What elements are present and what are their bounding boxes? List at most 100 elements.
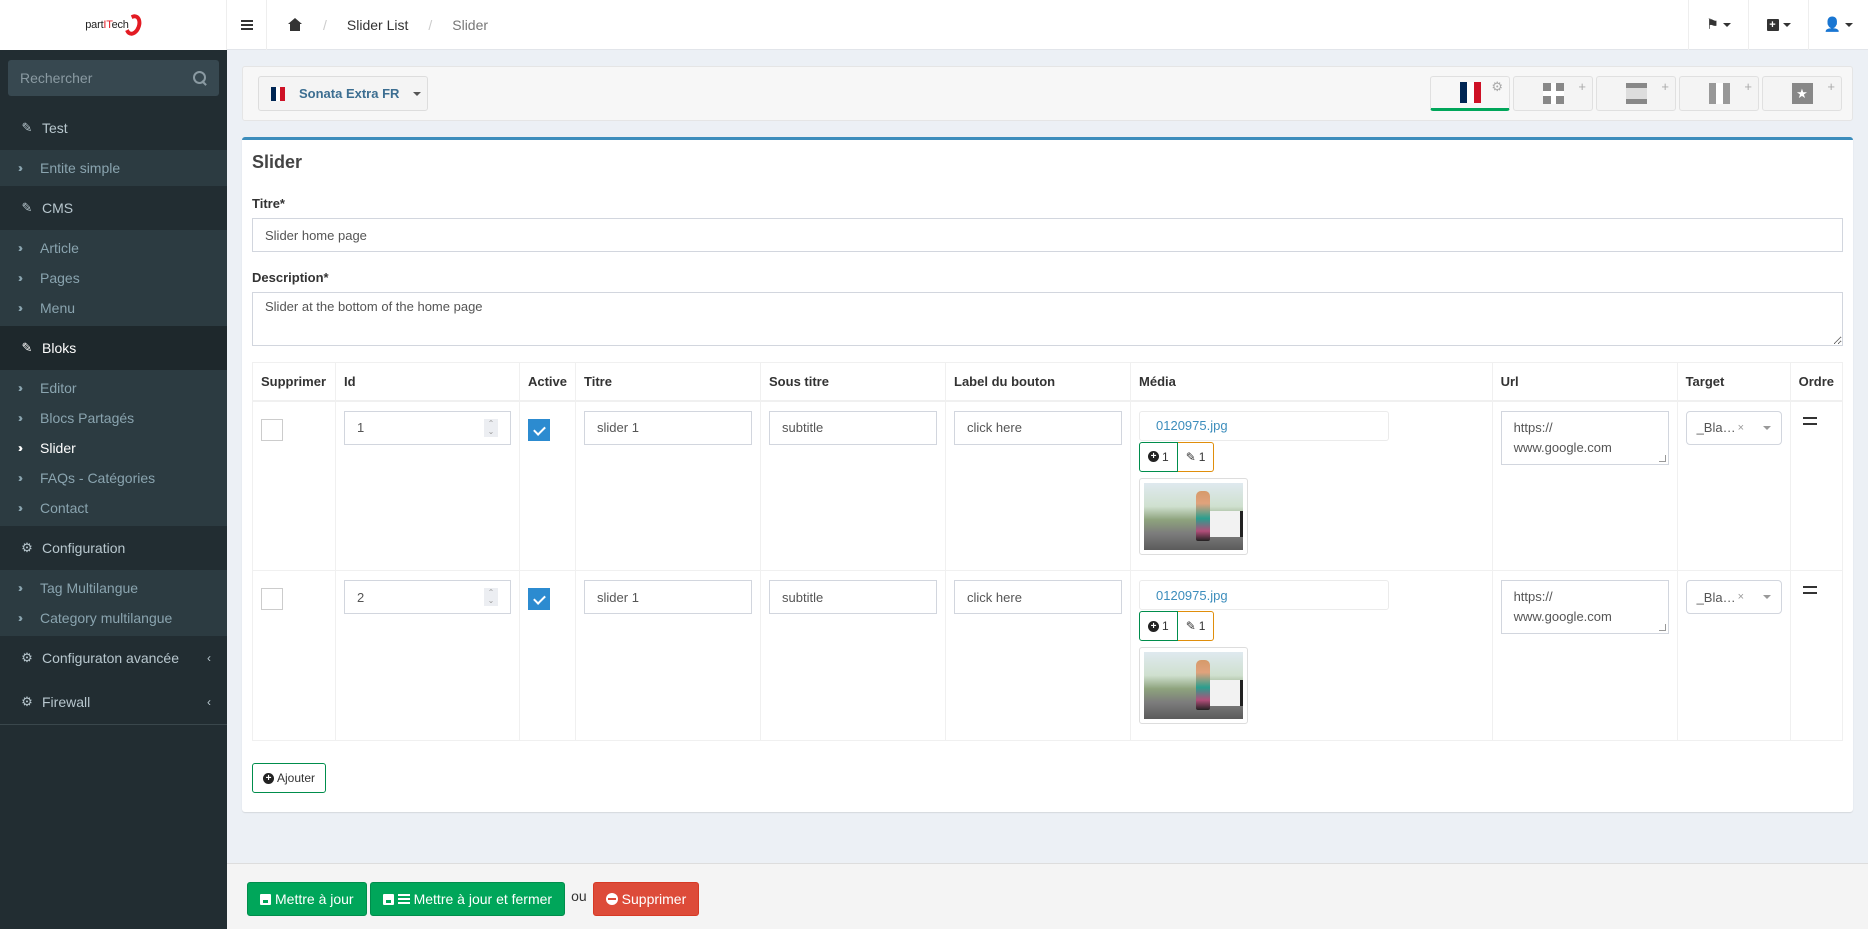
media-file-link[interactable]: 0120975.jpg [1139, 580, 1390, 610]
search-icon[interactable] [193, 71, 207, 85]
active-checkbox[interactable] [527, 588, 550, 610]
locale-switcher-dropdown[interactable]: Sonata Extra FR [258, 76, 428, 111]
language-menu-button[interactable]: ⚑ [1688, 0, 1748, 50]
breadcrumb-slider-list[interactable]: Slider List [347, 17, 408, 33]
media-file-link[interactable]: 0120975.jpg [1139, 410, 1390, 441]
media-edit-button[interactable]: ✎ 1 [1177, 441, 1215, 472]
clear-icon[interactable]: × [1738, 591, 1744, 603]
thumbnail-image [1144, 652, 1244, 719]
media-edit-button[interactable]: ✎ 1 [1177, 611, 1215, 641]
subtitle-input[interactable]: subtitle [769, 410, 938, 445]
media-thumbnail[interactable] [1139, 647, 1249, 724]
sidebar-section-test[interactable]: ✎ Test [0, 106, 227, 150]
submenu-configuration: ›› Tag Multilangue ›› Category multilangue [0, 570, 227, 636]
chevron-left-icon: ‹ [207, 651, 211, 665]
locale-tab-en[interactable]: + [1513, 76, 1593, 111]
hamburger-icon [240, 23, 253, 26]
spinner-icon[interactable]: ⌃ ⌄ [483, 588, 498, 606]
search-input[interactable] [20, 70, 170, 86]
subtitle-input[interactable]: subtitle [769, 580, 938, 614]
col-header-target: Target [1676, 362, 1791, 402]
sidebar-item-slider[interactable]: ›› Slider [0, 433, 227, 463]
double-chevron-icon: ›› [18, 411, 23, 425]
plus-icon[interactable]: + [1661, 80, 1669, 93]
slide-title-input[interactable]: slider 1 [584, 580, 753, 614]
sidebar-item-contact[interactable]: ›› Contact [0, 493, 227, 523]
sidebar-item-article[interactable]: ›› Article [0, 233, 227, 263]
drag-handle-icon[interactable] [1802, 416, 1817, 425]
add-menu-button[interactable]: + [1748, 0, 1808, 50]
caret-down-icon [1782, 22, 1791, 27]
id-input[interactable]: 2 ⌃ ⌄ [343, 580, 511, 614]
title-input[interactable] [252, 218, 1843, 252]
sidebar-item-faqs-categories[interactable]: ›› FAQs - Catégories [0, 463, 227, 493]
media-add-button[interactable]: +1 [1139, 611, 1178, 641]
plus-icon[interactable]: + [1578, 80, 1586, 93]
locale-tab-es[interactable]: + [1596, 76, 1676, 111]
add-slide-button[interactable]: + Ajouter [252, 763, 327, 793]
flag-icon: ⚑ [1706, 16, 1719, 32]
col-header-url: Url [1491, 362, 1678, 402]
sidebar-section-config-avancee[interactable]: ⚙ Configuraton avancée ‹ [0, 636, 227, 680]
media-thumbnail[interactable] [1139, 477, 1249, 555]
spinner-icon[interactable]: ⌃ ⌄ [483, 418, 498, 437]
submenu-bloks: ›› Editor ›› Blocs Partagés ›› Slider ›› FAQ… [0, 370, 227, 526]
media-add-button[interactable]: +1 [1139, 441, 1178, 472]
sidebar-item-tag-multilangue[interactable]: ›› Tag Multilangue [0, 573, 227, 603]
target-select[interactable]: _Bla… × [1685, 410, 1782, 445]
double-chevron-icon: ›› [18, 381, 23, 395]
top-bar: / Slider List / Slider ⚑ + 👤 [227, 0, 1868, 50]
locale-tab-other[interactable]: ★ + [1762, 76, 1842, 111]
sidebar-item-pages[interactable]: ›› Pages [0, 263, 227, 293]
url-textarea[interactable]: https://www.google.com [1500, 410, 1669, 465]
delete-checkbox[interactable] [261, 588, 283, 610]
sidebar-item-category-multilangue[interactable]: ›› Category multilangue [0, 603, 227, 633]
sidebar-item-entite-simple[interactable]: ›› Entite simple [0, 153, 227, 183]
target-select[interactable]: _Bla… × [1685, 580, 1782, 614]
sidebar-section-cms[interactable]: ✎ CMS [0, 186, 227, 230]
locale-tab-fr[interactable]: ⚙ [1430, 76, 1510, 111]
button-label-input[interactable]: click here [954, 580, 1123, 614]
form-actions: Mettre à jour Mettre à jour et fermer ou… [247, 882, 700, 916]
sidebar-toggle-button[interactable] [227, 0, 267, 50]
id-input[interactable]: 1 ⌃ ⌄ [343, 410, 511, 445]
double-chevron-icon: ›› [18, 441, 23, 455]
active-checkbox[interactable] [527, 418, 550, 441]
sidebar-section-firewall[interactable]: ⚙ Firewall ‹ [0, 680, 227, 724]
plus-icon[interactable]: + [1827, 80, 1835, 93]
drag-handle-icon[interactable] [1802, 586, 1817, 594]
box-title: Slider [252, 152, 303, 172]
gear-icon: ⚙ [21, 540, 33, 555]
update-and-close-button[interactable]: Mettre à jour et fermer [369, 882, 566, 916]
plus-icon[interactable]: + [1744, 80, 1752, 93]
double-chevron-icon: ›› [18, 161, 23, 175]
user-menu-button[interactable]: 👤 [1808, 0, 1868, 50]
update-button[interactable]: Mettre à jour [247, 882, 367, 916]
logo[interactable]: partITech [0, 0, 227, 50]
flag-fr-icon [1459, 82, 1481, 103]
col-header-ordre: Ordre [1789, 362, 1844, 402]
thumbnail-image [1144, 482, 1244, 550]
flag-star-icon: ★ [1791, 83, 1813, 104]
button-label-input[interactable]: click here [954, 410, 1123, 445]
submenu-test: ›› Entite simple [0, 150, 227, 186]
pencil-icon: ✎ [1185, 449, 1196, 464]
sidebar-section-bloks[interactable]: ✎ Bloks [0, 326, 227, 370]
plus-circle-icon: + [1148, 620, 1160, 632]
sidebar-item-menu[interactable]: ›› Menu [0, 293, 227, 323]
sidebar-item-blocs-partages[interactable]: ›› Blocs Partagés [0, 403, 227, 433]
caret-down-icon [1845, 22, 1854, 27]
clear-icon[interactable]: × [1738, 422, 1744, 434]
delete-checkbox[interactable] [261, 418, 283, 441]
locale-tab-it[interactable]: + [1679, 76, 1759, 111]
url-textarea[interactable]: https://www.google.com [1500, 580, 1669, 634]
description-textarea[interactable]: Slider at the bottom of the home page [252, 292, 1843, 346]
sidebar-section-configuration[interactable]: ⚙ Configuration [0, 526, 227, 570]
home-icon[interactable] [287, 17, 303, 32]
title-label: Titre* [252, 196, 285, 211]
slides-table: Supprimer Id Active Titre Sous titre Lab… [252, 362, 1844, 741]
delete-button[interactable]: Supprimer [592, 882, 700, 916]
gear-icon[interactable]: ⚙ [1491, 80, 1503, 93]
slide-title-input[interactable]: slider 1 [584, 410, 753, 445]
sidebar-item-editor[interactable]: ›› Editor [0, 373, 227, 403]
